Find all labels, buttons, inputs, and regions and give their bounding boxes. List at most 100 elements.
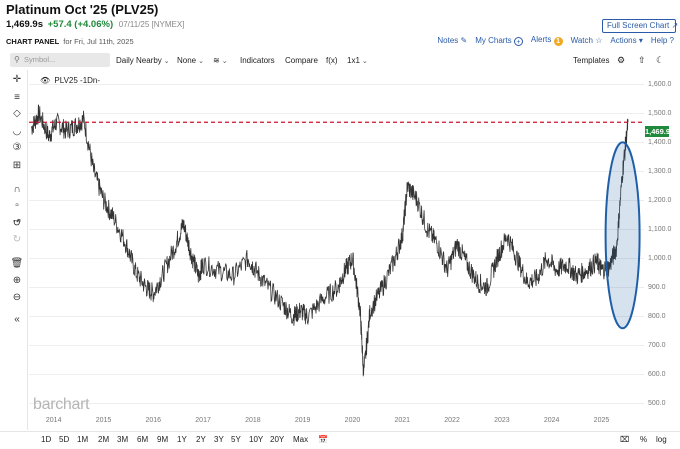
range-button-1m[interactable]: 1M <box>77 435 88 444</box>
chevron-down-icon: ▾ <box>638 36 643 45</box>
period-select[interactable]: Daily Nearby ⌄ <box>116 56 170 65</box>
my-charts-label: My Charts <box>475 35 512 45</box>
highlight-ellipse <box>604 141 641 330</box>
last-price-tag: 1,469.9 <box>645 126 671 137</box>
range-button-9m[interactable]: 9M <box>157 435 168 444</box>
period-label: Daily Nearby <box>116 56 162 65</box>
percent-toggle[interactable]: % <box>640 435 647 444</box>
fx-button[interactable]: f(x) <box>326 56 338 65</box>
zoom-in-icon[interactable]: ⊕ <box>10 275 24 287</box>
quote-line: 1,469.9s +57.4 (+4.06%) 07/11/25 [NYMEX] <box>6 19 184 30</box>
trash-icon[interactable]: 🗑 <box>10 258 24 270</box>
redo-icon[interactable]: ↻ <box>10 234 24 246</box>
magnet-icon[interactable]: ∩ <box>10 184 24 196</box>
shape-icon[interactable]: ◇ <box>10 108 24 120</box>
x-tick-label: 2018 <box>245 417 261 424</box>
range-button-5y[interactable]: 5Y <box>231 435 241 444</box>
y-tick-label: 500.0 <box>648 399 666 407</box>
alerts-label: Alerts <box>530 35 552 44</box>
range-button-2m[interactable]: 2M <box>98 435 109 444</box>
fit-icon[interactable]: ⌧ <box>620 435 629 444</box>
calendar-icon[interactable]: 📅 <box>318 435 328 444</box>
range-button-3m[interactable]: 3M <box>117 435 128 444</box>
alerts-count-badge: 1 <box>553 37 563 46</box>
chevron-down-icon: ⌄ <box>361 58 368 65</box>
undo-icon[interactable]: ↺ <box>10 218 24 230</box>
y-tick-label: 800.0 <box>648 312 666 320</box>
trendline-icon[interactable]: ≡ <box>10 92 24 104</box>
compare-mode-select[interactable]: None ⌄ <box>177 56 204 65</box>
chart-panel-title: CHART PANEL <box>6 37 60 46</box>
x-tick-label: 2020 <box>344 417 361 424</box>
price-series <box>31 104 629 377</box>
compare-button[interactable]: Compare <box>285 56 318 65</box>
price-chart[interactable] <box>29 70 644 430</box>
layout-select[interactable]: 1x1 ⌄ <box>347 56 368 65</box>
range-button-5d[interactable]: 5D <box>59 435 69 444</box>
range-button-3y[interactable]: 3Y <box>214 435 224 444</box>
y-tick-label: 1,200.0 <box>648 196 672 204</box>
log-toggle[interactable]: log <box>656 435 667 444</box>
quote-meta: 07/11/25 [NYMEX] <box>118 20 185 29</box>
help-label: Help <box>650 36 668 45</box>
full-screen-chart-button[interactable]: Full Screen Chart ↗ <box>602 19 679 33</box>
range-button-1y[interactable]: 1Y <box>177 435 187 444</box>
symbol-input[interactable]: ⚲ Symbol... <box>10 53 110 67</box>
range-button-20y[interactable]: 20Y <box>270 435 284 444</box>
chevron-down-icon: ⌄ <box>198 58 204 65</box>
help-link[interactable]: Help ? <box>651 36 674 45</box>
x-tick-label: 2023 <box>494 417 510 424</box>
chart-grid <box>29 84 644 404</box>
y-tick-label: 1,400.0 <box>648 138 672 146</box>
range-button-1d[interactable]: 1D <box>41 435 51 444</box>
alerts-link[interactable]: Alerts 1 <box>531 35 563 46</box>
eye-icon[interactable]: 👁 <box>40 76 50 85</box>
watch-label: Watch <box>570 36 593 45</box>
drawing-sidebar: ✛ ≡ ◇ ◡ ③ ⊞ ∩ ▫ ⎓ ↺ ↻ 🗑 ⊕ ⊖ « <box>0 70 28 430</box>
actions-menu[interactable]: Actions ▾ <box>610 36 642 45</box>
chart-legend[interactable]: 👁 PLV25 -1Dn- <box>40 76 100 85</box>
watch-link[interactable]: Watch ☆ <box>571 36 603 45</box>
x-tick-label: 2017 <box>195 417 211 424</box>
share-icon[interactable]: ⇧ <box>638 55 646 66</box>
external-link-icon: ↗ <box>671 21 679 30</box>
chevron-down-icon: ⌄ <box>221 58 228 65</box>
price-change: +57.4 (+4.06%) <box>47 19 114 30</box>
range-bar: 1D 5D 1M 2M 3M 6M 9M 1Y 2Y 3Y 5Y 10Y 20Y Max 📅 ⌧ % lo… <box>0 431 680 447</box>
fibonacci-icon[interactable]: ③ <box>10 142 24 154</box>
y-tick-label: 1,500.0 <box>648 109 672 117</box>
zoom-out-icon[interactable]: ⊖ <box>10 292 24 304</box>
pattern-icon[interactable]: ⊞ <box>10 160 24 172</box>
y-tick-label: 700.0 <box>648 341 666 349</box>
bar-style-icon: ≋ <box>213 56 220 65</box>
y-tick-label: 1,100.0 <box>648 225 672 233</box>
gear-icon[interactable]: ⚙ <box>617 55 625 66</box>
y-tick-label: 900.0 <box>648 283 666 291</box>
dark-mode-icon[interactable]: ☾ <box>656 55 664 66</box>
drawing-style-button[interactable]: ≋ ⌄ <box>213 56 228 65</box>
x-tick-label: 2022 <box>444 417 460 424</box>
crosshair-icon[interactable]: ✛ <box>10 74 24 86</box>
curve-icon[interactable]: ◡ <box>10 126 24 138</box>
collapse-icon[interactable]: « <box>10 314 24 326</box>
actions-label: Actions <box>610 36 637 45</box>
indicators-button[interactable]: Indicators <box>240 56 275 65</box>
eraser-icon[interactable]: ▫ <box>10 200 24 212</box>
brand-logo: barchart <box>33 396 90 413</box>
notes-label: Notes <box>437 36 459 45</box>
legend-label: PLV25 -1Dn- <box>54 76 101 85</box>
star-icon: ☆ <box>595 36 603 45</box>
my-charts-link[interactable]: My Charts + <box>475 36 523 46</box>
highlight-ellipse-shape <box>604 141 641 330</box>
range-button-10y[interactable]: 10Y <box>249 435 263 444</box>
range-button-6m[interactable]: 6M <box>137 435 148 444</box>
range-button-max[interactable]: Max <box>293 435 308 444</box>
y-tick-label: 1,600.0 <box>648 80 672 88</box>
range-button-2y[interactable]: 2Y <box>196 435 206 444</box>
templates-button[interactable]: Templates <box>573 56 609 65</box>
notes-link[interactable]: Notes ✎ <box>437 36 467 45</box>
chart-toolbar: ⚲ Symbol... Daily Nearby ⌄ None ⌄ ≋ ⌄ Indic… <box>0 51 680 69</box>
page-title: Platinum Oct '25 (PLV25) <box>6 2 159 17</box>
compare-mode-label: None <box>177 56 197 65</box>
x-tick-label: 2014 <box>45 417 62 424</box>
